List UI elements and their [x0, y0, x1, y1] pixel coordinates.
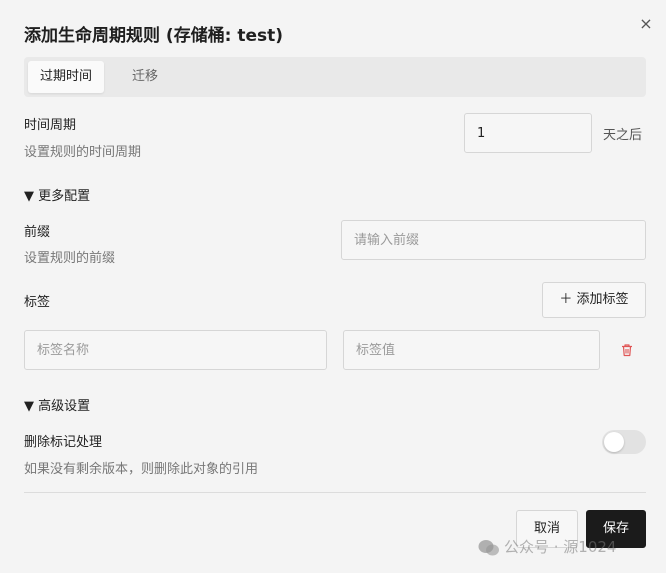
period-hint: 设置规则的时间周期: [24, 145, 142, 160]
delete-marker-hint: 如果没有剩余版本，则删除此对象的引用: [24, 462, 259, 477]
period-label: 时间周期: [24, 118, 77, 133]
delete-marker-switch[interactable]: [602, 430, 646, 454]
trash-icon[interactable]: [620, 343, 634, 357]
tag-name-input[interactable]: [24, 330, 327, 370]
period-suffix: 天之后: [603, 128, 643, 143]
lifecycle-rule-dialog: 添加生命周期规则 (存储桶: test) × 过期时间 迁移 时间周期 设置规则…: [0, 0, 666, 573]
add-tag-button[interactable]: ＋ 添加标签: [542, 282, 646, 318]
period-days-input[interactable]: [464, 113, 592, 153]
prefix-hint: 设置规则的前缀: [24, 251, 116, 266]
advanced-settings-toggle[interactable]: ▼ 高级设置: [24, 395, 90, 414]
prefix-label: 前缀: [24, 225, 51, 240]
more-config-toggle[interactable]: ▼ 更多配置: [24, 185, 90, 204]
tag-value-input[interactable]: [343, 330, 600, 370]
switch-knob: [604, 432, 624, 452]
wechat-icon: [478, 539, 499, 555]
footer-divider: [24, 492, 646, 493]
tags-label: 标签: [24, 295, 51, 310]
delete-marker-label: 删除标记处理: [24, 435, 103, 450]
tab-transition[interactable]: 迁移: [120, 61, 170, 93]
prefix-input[interactable]: [341, 220, 646, 260]
tab-expiration[interactable]: 过期时间: [28, 61, 105, 93]
watermark-text: 公众号 · 源1024: [504, 538, 617, 556]
close-icon[interactable]: ×: [636, 14, 656, 34]
watermark: 公众号 · 源1024: [478, 536, 616, 557]
dialog-title: 添加生命周期规则 (存储桶: test): [24, 26, 284, 46]
tab-bar: 过期时间 迁移: [24, 57, 646, 97]
